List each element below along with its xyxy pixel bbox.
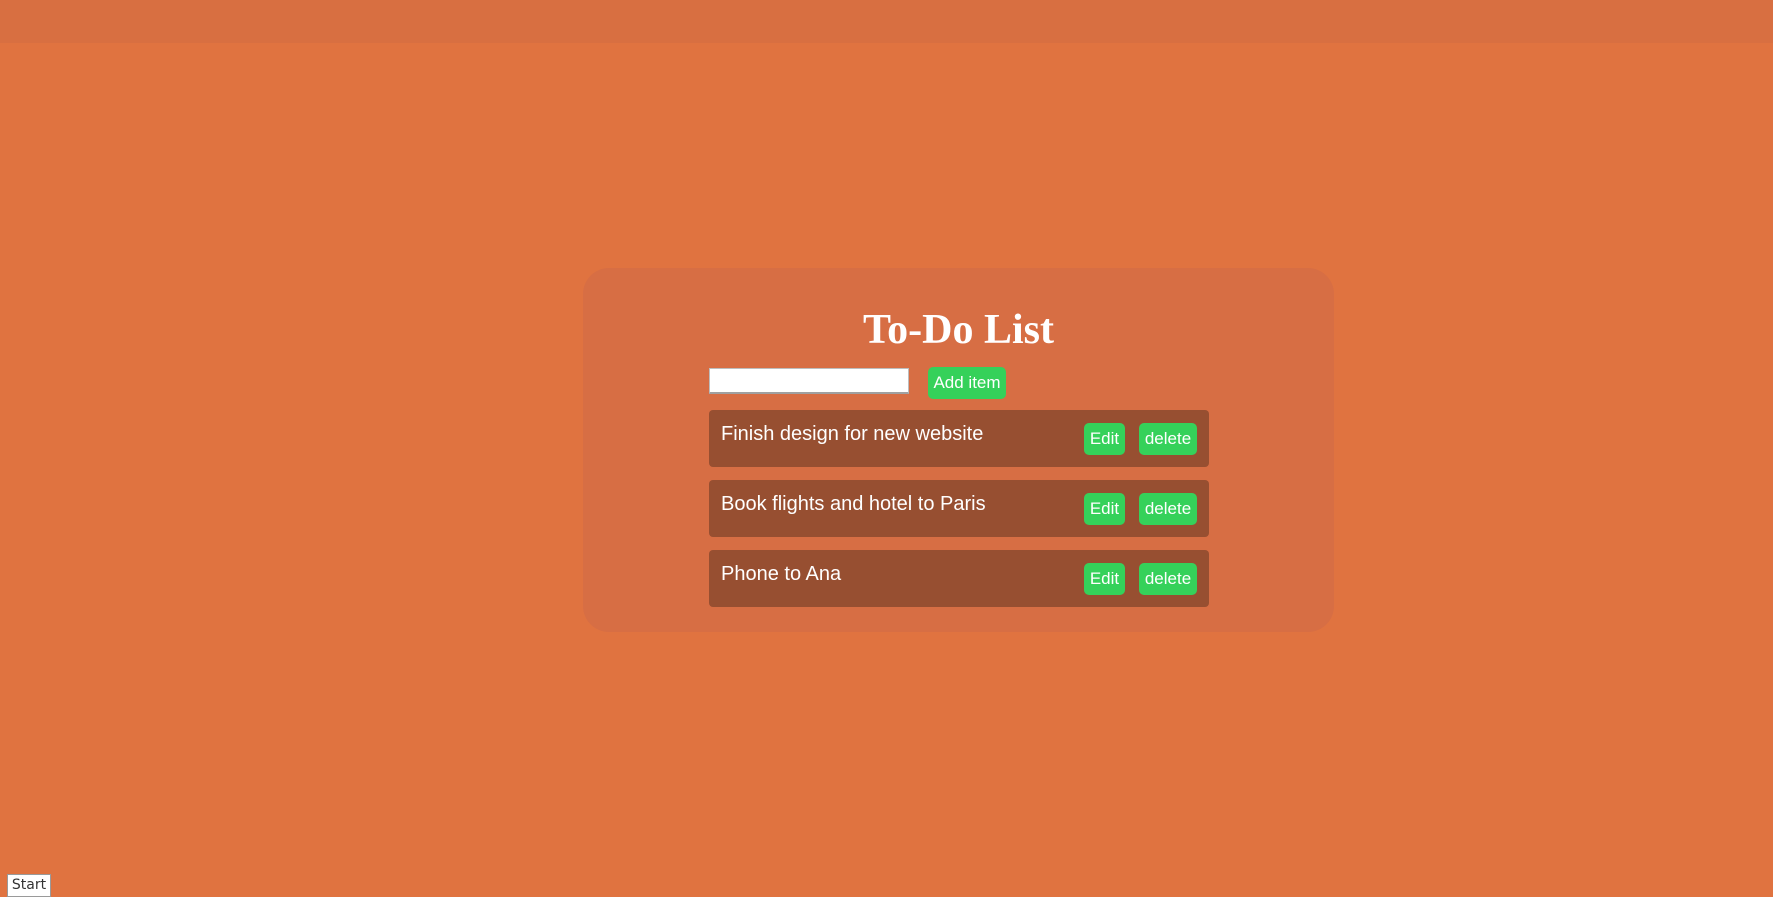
item-text: Phone to Ana <box>721 563 842 585</box>
start-button[interactable]: Start <box>7 874 51 897</box>
item-text: Book flights and hotel to Paris <box>721 493 986 515</box>
top-bar <box>0 0 1773 43</box>
delete-button[interactable]: delete <box>1139 493 1197 525</box>
page-title: To-Do List <box>863 307 1054 353</box>
list-item: Finish design for new website Edit delet… <box>709 410 1209 467</box>
add-item-button[interactable]: Add item <box>928 367 1006 399</box>
delete-button[interactable]: delete <box>1139 423 1197 455</box>
edit-button[interactable]: Edit <box>1084 493 1125 525</box>
todo-card: To-Do List Add item Finish design for ne… <box>583 268 1334 632</box>
item-text: Finish design for new website <box>721 423 984 445</box>
delete-button[interactable]: delete <box>1139 563 1197 595</box>
list-item: Phone to Ana Edit delete <box>709 550 1209 607</box>
edit-button[interactable]: Edit <box>1084 423 1125 455</box>
new-item-input[interactable] <box>709 368 909 394</box>
list-item: Book flights and hotel to Paris Edit del… <box>709 480 1209 537</box>
edit-button[interactable]: Edit <box>1084 563 1125 595</box>
